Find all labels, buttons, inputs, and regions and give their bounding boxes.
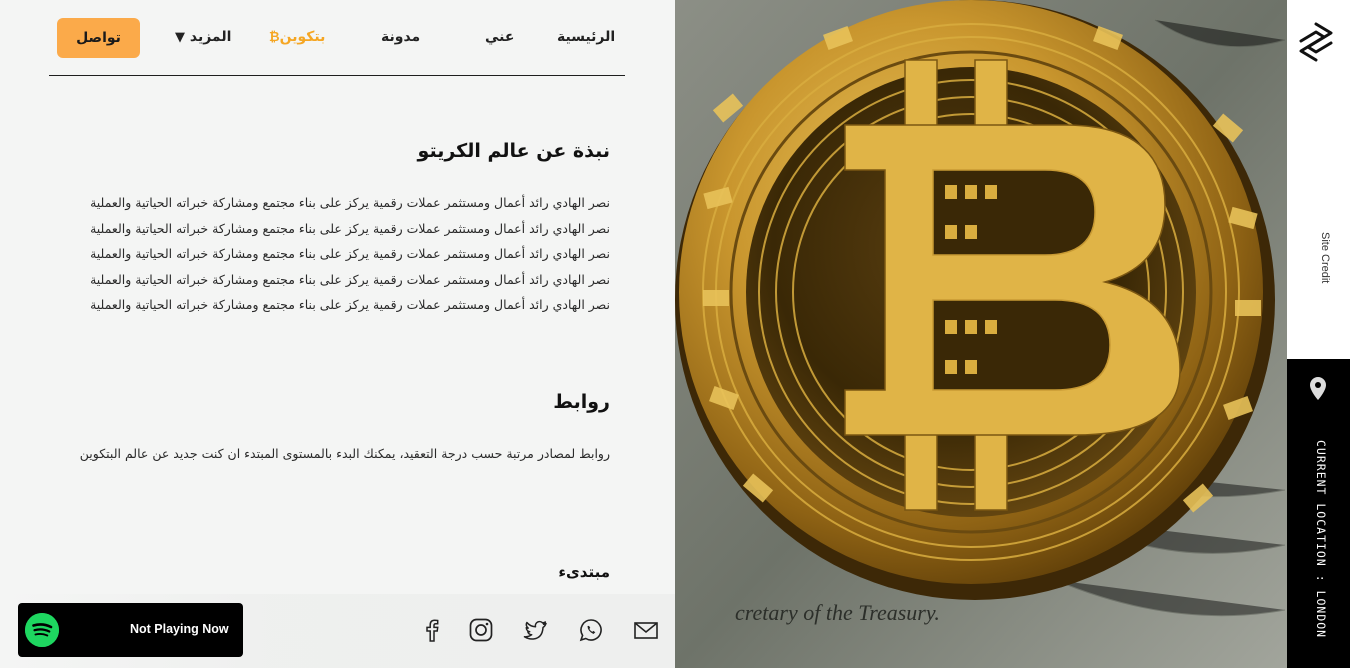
- crypto-section-body: نصر الهادي رائد أعمال ومستثمر عملات رقمي…: [90, 195, 610, 312]
- nav-about[interactable]: عني: [485, 29, 514, 45]
- crypto-section-title: نبذة عن عالم الكريتو: [417, 140, 610, 162]
- contact-button[interactable]: تواصل: [57, 18, 140, 58]
- location-pin-icon: [1308, 376, 1328, 402]
- facebook-icon[interactable]: [418, 616, 446, 644]
- bitcoin-icon: ₿: [269, 30, 280, 45]
- nav-bitcoin-label: بتكوين: [279, 29, 326, 45]
- beginner-heading: مبتدىء: [558, 563, 610, 581]
- site-logo-icon[interactable]: [1298, 22, 1334, 62]
- whatsapp-icon[interactable]: [577, 616, 605, 644]
- spotify-icon: [25, 613, 59, 647]
- instagram-icon[interactable]: [467, 616, 495, 644]
- links-section-body: روابط لمصادر مرتبة حسب درجة التعقيد، يمك…: [79, 446, 610, 461]
- site-credit-link[interactable]: Site Credit: [1305, 232, 1331, 302]
- caret-down-icon: ▼: [175, 30, 185, 45]
- nav-home[interactable]: الرئيسية: [557, 29, 615, 45]
- top-nav: الرئيسية عني مدونة بتكوين₿ المزيد ▼ تواص…: [49, 0, 625, 76]
- links-section-title: روابط: [553, 391, 610, 413]
- nav-bitcoin[interactable]: بتكوين₿: [269, 29, 325, 45]
- bitcoin-coin-image: cretary of the Treasury.: [675, 0, 1287, 668]
- nav-blog[interactable]: مدونة: [381, 29, 420, 45]
- email-icon[interactable]: [632, 616, 660, 644]
- player-status: Not Playing Now: [130, 622, 229, 636]
- twitter-icon[interactable]: [522, 616, 550, 644]
- nav-more-label: المزيد: [189, 29, 232, 45]
- nav-more[interactable]: المزيد ▼: [175, 29, 231, 45]
- music-player[interactable]: Not Playing Now: [18, 603, 243, 657]
- svg-text:cretary of the Treasury.: cretary of the Treasury.: [735, 600, 940, 625]
- main-content: الرئيسية عني مدونة بتكوين₿ المزيد ▼ تواص…: [0, 0, 675, 668]
- current-location: CURRENT LOCATION : LONDON: [1314, 440, 1328, 639]
